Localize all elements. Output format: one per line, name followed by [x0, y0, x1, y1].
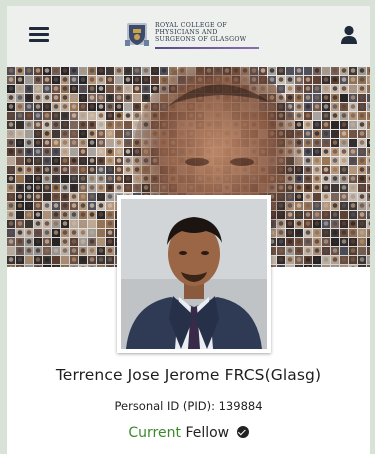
profile-photo-frame [117, 195, 271, 353]
status-label: Fellow [185, 425, 230, 441]
verified-check-icon [236, 426, 249, 438]
logo-line-2: PHYSICIANS AND [155, 29, 218, 36]
profile-photo [121, 199, 267, 349]
top-navigation-bar: ROYAL COLLEGE OF PHYSICIANS AND SURGEONS… [7, 6, 370, 67]
personal-id: Personal ID (PID): 139884 [114, 399, 263, 413]
hamburger-menu-icon[interactable] [29, 27, 49, 43]
logo-line-3: SURGEONS OF GLASGOW [155, 36, 247, 43]
member-name: Terrence Jose Jerome FRCS(Glasg) [55, 366, 322, 384]
status-current: Current [128, 425, 181, 441]
logo-line-1: ROYAL COLLEGE OF [155, 22, 228, 29]
college-name: ROYAL COLLEGE OF PHYSICIANS AND SURGEONS… [155, 22, 265, 43]
college-logo[interactable]: ROYAL COLLEGE OF PHYSICIANS AND SURGEONS… [125, 18, 265, 54]
college-crest-icon [125, 23, 149, 46]
user-icon[interactable] [340, 25, 358, 45]
membership-status: Current Fellow [7, 425, 370, 441]
logo-underline [155, 47, 259, 49]
profile-page: ROYAL COLLEGE OF PHYSICIANS AND SURGEONS… [7, 6, 370, 454]
